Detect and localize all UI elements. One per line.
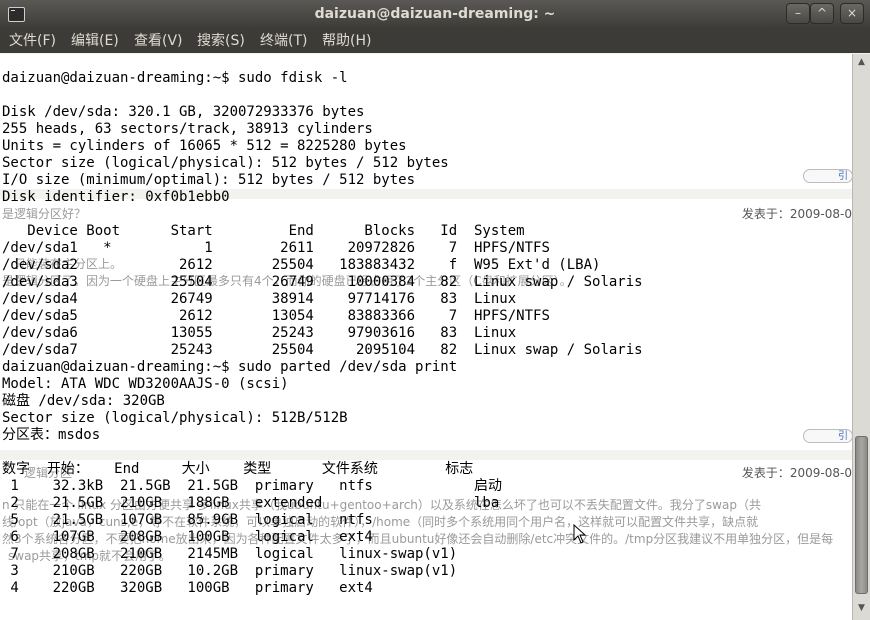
maximize-icon: ^ — [816, 6, 828, 20]
overlay-reply-button: 引 — [803, 169, 852, 183]
terminal-line: 2 21.5GB 210GB 188GB extended lba — [2, 495, 500, 511]
overlay-reply-button: 引 — [803, 429, 852, 443]
mouse-pointer-icon — [573, 524, 587, 544]
terminal-line: Disk identifier: 0xf0b1ebb0 — [2, 189, 230, 205]
terminal-line: Units = cylinders of 16065 * 512 = 82252… — [2, 138, 407, 154]
terminal-line: 6 107GB 208GB 100GB logical ext4 — [2, 529, 373, 545]
minimize-icon: – — [795, 6, 801, 20]
maximize-button[interactable]: ^ — [810, 3, 834, 24]
terminal-line: daizuan@daizuan-dreaming:~$ sudo parted … — [2, 359, 458, 375]
overlay-question: 是逻辑分区好？ — [2, 207, 87, 221]
terminal-line: /dev/sda4 26749 38914 97714176 83 Linux — [2, 291, 517, 307]
terminal-line: Model: ATA WDC WD3200AAJS-0 (scsi) — [2, 376, 289, 392]
terminal-line: /dev/sda3 25504 26749 10000384 82 Linux … — [2, 274, 643, 290]
menu-bar: 文件(F) 编辑(E) 查看(V) 搜索(S) 终端(T) 帮助(H) — [0, 29, 870, 53]
title-bar[interactable]: daizuan@daizuan-dreaming: ~ – ^ × — [0, 0, 870, 29]
menu-search[interactable]: 搜索(S) — [197, 29, 245, 53]
terminal-line: /dev/sda7 25243 25504 2095104 82 Linux s… — [2, 342, 643, 358]
menu-edit[interactable]: 编辑(E) — [71, 29, 119, 53]
terminal-line: Device Boot Start End Blocks Id System — [2, 223, 525, 239]
terminal-line: 5 21.5GB 107GB 85.9GB logical ntfs — [2, 512, 373, 528]
window-title: daizuan@daizuan-dreaming: ~ — [314, 6, 556, 22]
terminal-line: Disk /dev/sda: 320.1 GB, 320072933376 by… — [2, 104, 365, 120]
menu-terminal[interactable]: 终端(T) — [260, 29, 307, 53]
terminal-line: I/O size (minimum/optimal): 512 bytes / … — [2, 172, 416, 188]
terminal-window: daizuan@daizuan-dreaming: ~ – ^ × 文件(F) … — [0, 0, 870, 620]
reply-label: 引 — [838, 431, 848, 442]
menu-help[interactable]: 帮助(H) — [322, 29, 371, 53]
terminal-line: 7 208GB 210GB 2145MB logical linux-swap(… — [2, 546, 458, 562]
terminal-line: 255 heads, 63 sectors/track, 38913 cylin… — [2, 121, 373, 137]
reply-label: 引 — [838, 171, 848, 182]
menu-view[interactable]: 查看(V) — [134, 29, 183, 53]
terminal-line: 数字 开始： End 大小 类型 文件系统 标志 — [2, 461, 474, 477]
overlay-date: 发表于：2009-08-0 — [741, 466, 852, 480]
menu-file[interactable]: 文件(F) — [9, 29, 56, 53]
terminal-line: Sector size (logical/physical): 512 byte… — [2, 155, 449, 171]
terminal-line: 1 32.3kB 21.5GB 21.5GB primary ntfs 启动 — [2, 478, 503, 494]
terminal-line: Sector size (logical/physical): 512B/512… — [2, 410, 348, 426]
vertical-scrollbar[interactable]: ▲ ▼ — [852, 54, 870, 620]
terminal-line: 分区表：msdos — [2, 427, 101, 443]
terminal-line: 4 220GB 320GB 100GB primary ext4 — [2, 580, 373, 596]
overlay-stripe — [0, 450, 852, 460]
terminal-output[interactable]: 引 是逻辑分区好？ 发表于：2009-08-0 只能装在主分区上。 是逻辑分区了… — [0, 54, 852, 620]
overlay-date: 发表于：2009-08-0 — [741, 207, 852, 221]
terminal-line: /dev/sda6 13055 25243 97903616 83 Linux — [2, 325, 517, 341]
minimize-button[interactable]: – — [786, 3, 810, 24]
terminal-line: 3 210GB 220GB 10.2GB primary linux-swap(… — [2, 563, 458, 579]
terminal-line: /dev/sda5 2612 13054 83883366 7 HPFS/NTF… — [2, 308, 550, 324]
close-icon: × — [846, 6, 858, 20]
terminal-line: /dev/sda2 2612 25504 183883432 f W95 Ext… — [2, 257, 601, 273]
terminal-line: 磁盘 /dev/sda: 320GB — [2, 393, 165, 409]
scroll-down-arrow-icon[interactable]: ▼ — [856, 603, 867, 614]
terminal-line: daizuan@daizuan-dreaming:~$ sudo fdisk -… — [2, 70, 348, 86]
scrollbar-thumb[interactable] — [855, 436, 868, 594]
scroll-up-arrow-icon[interactable]: ▲ — [856, 57, 867, 68]
close-button[interactable]: × — [840, 3, 864, 24]
terminal-line: /dev/sda1 * 1 2611 20972826 7 HPFS/NTFS — [2, 240, 550, 256]
